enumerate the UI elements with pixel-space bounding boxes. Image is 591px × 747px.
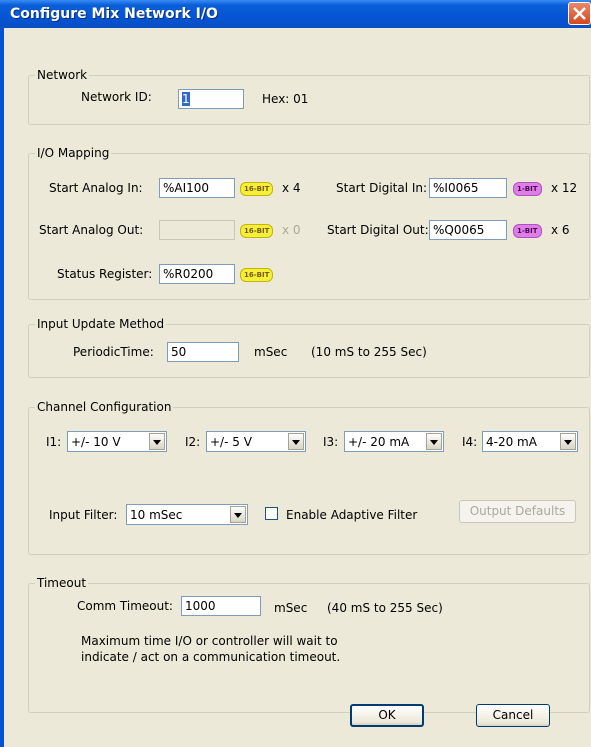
channel-i1-label: I1: [46, 435, 62, 449]
channel-i3-label: I3: [323, 435, 339, 449]
network-group: Network Network ID: 1 Hex: 01 [28, 68, 590, 125]
title-bar[interactable]: Configure Mix Network I/O [0, 0, 591, 28]
window-title: Configure Mix Network I/O [10, 6, 218, 22]
input-filter-value: 10 mSec [130, 508, 183, 522]
channel-i1-select[interactable]: +/- 10 V [67, 431, 167, 452]
comm-timeout-input[interactable]: 1000 [181, 596, 261, 616]
analog-out-count: x 0 [282, 223, 301, 237]
network-hex-text: Hex: 01 [262, 92, 309, 106]
network-id-input[interactable]: 1 [178, 89, 244, 109]
channel-i4-value: 4-20 mA [486, 435, 537, 449]
comm-timeout-unit: mSec [274, 601, 308, 615]
periodic-time-input[interactable]: 50 [167, 342, 239, 362]
input-update-legend: Input Update Method [35, 317, 167, 331]
adaptive-filter-label[interactable]: Enable Adaptive Filter [286, 508, 417, 522]
timeout-description-line2: indicate / act on a communication timeou… [81, 650, 341, 664]
analog-out-bit-badge: 16-BIT [240, 224, 274, 238]
close-icon [573, 7, 586, 20]
channel-i3-value: +/- 20 mA [348, 435, 410, 449]
channel-i2-label: I2: [185, 435, 201, 449]
digital-in-count: x 12 [551, 181, 578, 195]
digital-out-input[interactable]: %Q0065 [429, 220, 507, 240]
network-legend: Network [35, 68, 90, 82]
timeout-description-line1: Maximum time I/O or controller will wait… [81, 634, 338, 648]
channel-i3-select[interactable]: +/- 20 mA [344, 431, 444, 452]
chevron-down-icon[interactable] [149, 433, 165, 450]
chevron-down-icon[interactable] [288, 433, 304, 450]
channel-i2-select[interactable]: +/- 5 V [206, 431, 306, 452]
digital-out-count: x 6 [551, 223, 570, 237]
ok-button[interactable]: OK [350, 704, 424, 727]
digital-in-label: Start Digital In: [336, 181, 428, 195]
status-register-bit-badge: 16-BIT [240, 268, 274, 282]
io-mapping-legend: I/O Mapping [35, 146, 112, 160]
channel-i4-label: I4: [462, 435, 478, 449]
periodic-time-unit: mSec [254, 345, 288, 359]
channel-config-group: Channel Configuration I1: +/- 10 V I2: +… [28, 400, 590, 555]
timeout-legend: Timeout [35, 576, 89, 590]
analog-in-input[interactable]: %AI100 [159, 178, 235, 198]
analog-out-input[interactable] [159, 220, 235, 240]
periodic-time-label: PeriodicTime: [73, 345, 154, 359]
timeout-group: Timeout Comm Timeout: 1000 mSec (40 mS t… [28, 576, 590, 713]
analog-in-count: x 4 [282, 181, 301, 195]
status-register-label: Status Register: [57, 267, 153, 281]
io-mapping-group: I/O Mapping Start Analog In: %AI100 16-B… [28, 146, 590, 300]
input-update-group: Input Update Method PeriodicTime: 50 mSe… [28, 317, 590, 378]
adaptive-filter-checkbox[interactable] [265, 507, 278, 520]
digital-in-bit-badge: 1-BIT [513, 182, 542, 196]
chevron-down-icon[interactable] [230, 506, 246, 523]
digital-out-label: Start Digital Out: [327, 223, 429, 237]
configure-dialog: Configure Mix Network I/O Network Networ… [0, 0, 591, 747]
cancel-button[interactable]: Cancel [476, 704, 550, 727]
status-register-input[interactable]: %R0200 [159, 264, 235, 284]
input-filter-select[interactable]: 10 mSec [126, 504, 248, 525]
close-button[interactable] [568, 2, 591, 25]
analog-out-label: Start Analog Out: [39, 223, 144, 237]
analog-in-label: Start Analog In: [49, 181, 143, 195]
analog-in-bit-badge: 16-BIT [240, 182, 274, 196]
digital-out-bit-badge: 1-BIT [513, 224, 542, 238]
chevron-down-icon[interactable] [426, 433, 442, 450]
channel-config-legend: Channel Configuration [35, 400, 174, 414]
network-id-value: 1 [182, 92, 190, 106]
channel-i2-value: +/- 5 V [210, 435, 252, 449]
comm-timeout-range: (40 mS to 255 Sec) [327, 601, 443, 615]
chevron-down-icon[interactable] [560, 433, 576, 450]
comm-timeout-label: Comm Timeout: [77, 599, 173, 613]
channel-i1-value: +/- 10 V [71, 435, 121, 449]
network-id-label: Network ID: [81, 90, 152, 104]
dialog-client: Network Network ID: 1 Hex: 01 I/O Mappin… [0, 28, 591, 747]
input-filter-label: Input Filter: [49, 508, 118, 522]
output-defaults-button[interactable]: Output Defaults [459, 500, 576, 523]
digital-in-input[interactable]: %I0065 [429, 178, 507, 198]
channel-i4-select[interactable]: 4-20 mA [482, 431, 578, 452]
periodic-time-range: (10 mS to 255 Sec) [311, 345, 427, 359]
